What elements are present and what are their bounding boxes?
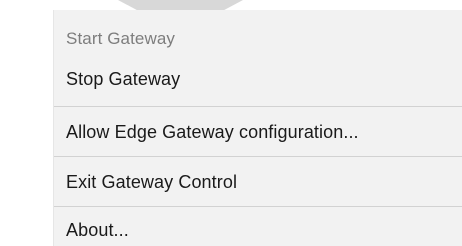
menu-separator — [54, 206, 462, 207]
context-menu: Start Gateway Stop Gateway Allow Edge Ga… — [54, 10, 462, 246]
menu-separator — [54, 106, 462, 107]
menu-item-exit-gateway-control[interactable]: Exit Gateway Control — [54, 163, 462, 201]
screenshot-stage: Start Gateway Stop Gateway Allow Edge Ga… — [0, 0, 462, 246]
menu-item-allow-edge-gateway-configuration[interactable]: Allow Edge Gateway configuration... — [54, 113, 462, 151]
menu-separator — [54, 156, 462, 157]
menu-item-stop-gateway[interactable]: Stop Gateway — [54, 60, 462, 98]
menu-item-start-gateway: Start Gateway — [66, 29, 176, 48]
menu-item-about[interactable]: About... — [54, 211, 462, 246]
